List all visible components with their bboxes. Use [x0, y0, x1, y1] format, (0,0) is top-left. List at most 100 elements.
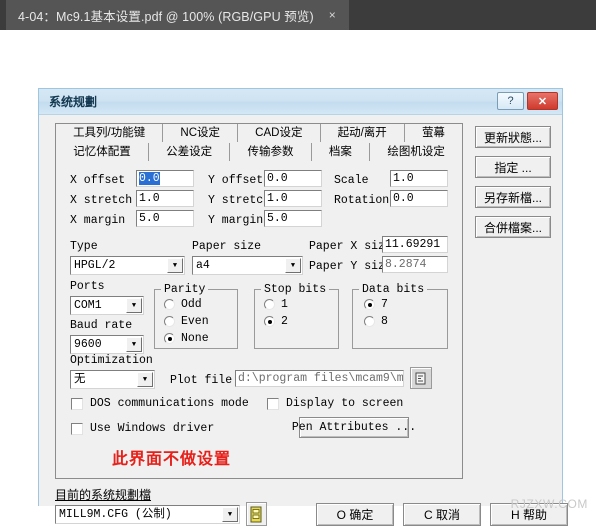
baud-rate-label: Baud rate [70, 319, 133, 332]
y-margin-label: Y margin [208, 214, 264, 227]
tab-nc-settings[interactable]: NC设定 [163, 124, 239, 142]
scale-input[interactable]: 1.0 [390, 170, 448, 187]
stop-bits-option-2[interactable]: 2 [264, 315, 288, 328]
ports-select[interactable]: COM1 ▼ [70, 296, 144, 315]
chevron-down-icon[interactable]: ▼ [137, 372, 153, 387]
x-stretch-label: X stretch [70, 194, 133, 207]
tab-memory-config[interactable]: 记忆体配置 [56, 143, 149, 161]
tab-transfer-params[interactable]: 传输参数 [230, 143, 312, 161]
current-config-select[interactable]: MILL9M.CFG (公制) ▼ [55, 505, 240, 524]
stop-bits-group-title: Stop bits [261, 283, 330, 296]
paper-size-select[interactable]: a4 ▼ [192, 256, 303, 275]
plot-file-label: Plot file [170, 374, 233, 387]
parity-option-none[interactable]: None [164, 332, 209, 345]
cabinet-icon[interactable] [246, 502, 267, 526]
parity-option-odd[interactable]: Odd [164, 298, 202, 311]
tab-plotter-settings[interactable]: 绘图机设定 [370, 143, 463, 161]
annotation-text: 此界面不做设置 [112, 451, 232, 468]
watermark: RJZXW.COM [510, 497, 588, 511]
paper-y-size-input[interactable]: 8.2874 [382, 256, 448, 273]
assign-button[interactable]: 指定 ... [475, 156, 551, 178]
tab-start-exit[interactable]: 起动/离开 [321, 124, 405, 142]
paper-x-size-label: Paper X size [309, 240, 392, 253]
system-config-dialog: 系统规劃 ? ✕ 工具列/功能键 NC设定 CAD设定 起动/离开 萤幕 记忆体… [38, 88, 568, 526]
parity-group: Parity Odd Even None [154, 283, 238, 349]
type-select[interactable]: HPGL/2 ▼ [70, 256, 185, 275]
baud-rate-value: 9600 [74, 338, 102, 351]
y-offset-input[interactable]: 0.0 [264, 170, 322, 187]
parity-group-title: Parity [161, 283, 209, 296]
stop-bits-option-1[interactable]: 1 [264, 298, 288, 311]
chevron-down-icon[interactable]: ▼ [167, 258, 183, 273]
current-config-label: 目前的系统规劃檔 [55, 488, 152, 502]
y-stretch-input[interactable]: 1.0 [264, 190, 322, 207]
tab-cad-settings[interactable]: CAD设定 [238, 124, 321, 142]
optimization-value: 无 [74, 373, 86, 386]
baud-rate-select[interactable]: 9600 ▼ [70, 335, 144, 354]
save-as-new-button[interactable]: 另存新檔... [475, 186, 551, 208]
radio-icon [364, 316, 375, 327]
tab-files[interactable]: 档案 [312, 143, 371, 161]
dialog-titlebar[interactable]: 系统规劃 ? ✕ [39, 89, 562, 115]
document-tab[interactable]: 4-04：Mc9.1基本设置.pdf @ 100% (RGB/GPU 预览) × [6, 0, 349, 30]
paper-x-size-input[interactable]: 11.69291 [382, 236, 448, 253]
use-windows-driver-checkbox[interactable]: Use Windows driver [71, 422, 214, 435]
radio-icon [164, 299, 175, 310]
plot-file-input[interactable]: d:\program files\mcam9\mill\m [235, 370, 404, 387]
display-to-screen-label: Display to screen [286, 397, 404, 410]
checkbox-icon [267, 397, 279, 410]
merge-file-button[interactable]: 合併檔案... [475, 216, 551, 238]
display-to-screen-checkbox[interactable]: Display to screen [267, 397, 403, 410]
x-margin-label: X margin [70, 214, 126, 227]
chevron-down-icon[interactable]: ▼ [126, 298, 142, 313]
radio-icon [264, 316, 275, 327]
x-offset-input[interactable]: 0.0 [136, 170, 194, 187]
y-stretch-label: Y stretch [208, 194, 271, 207]
chevron-down-icon[interactable]: ▼ [222, 507, 238, 522]
optimization-select[interactable]: 无 ▼ [70, 370, 155, 389]
type-label: Type [70, 240, 98, 253]
x-offset-label: X offset [70, 174, 126, 187]
y-offset-label: Y offset [208, 174, 264, 187]
close-icon[interactable]: ✕ [527, 92, 558, 110]
x-stretch-input[interactable]: 1.0 [136, 190, 194, 207]
chevron-down-icon[interactable]: ▼ [285, 258, 301, 273]
dialog-title: 系统规劃 [49, 95, 98, 109]
dos-communications-mode-checkbox[interactable]: DOS communications mode [71, 397, 249, 410]
chevron-down-icon[interactable]: ▼ [126, 337, 142, 352]
radio-icon [164, 316, 175, 327]
rotation-label: Rotation [334, 194, 390, 207]
tab-tolerance[interactable]: 公差设定 [149, 143, 231, 161]
tab-row-2: 记忆体配置 公差设定 传输参数 档案 绘图机设定 [55, 142, 463, 161]
rotation-input[interactable]: 0.0 [390, 190, 448, 207]
help-icon[interactable]: ? [497, 92, 524, 110]
parity-option-even[interactable]: Even [164, 315, 209, 328]
tab-screen[interactable]: 萤幕 [405, 124, 462, 142]
tab-toolbar-fkeys[interactable]: 工具列/功能键 [56, 124, 164, 142]
file-browse-icon[interactable] [410, 367, 432, 389]
ok-button[interactable]: O 确定 [316, 503, 394, 526]
data-bits-group-title: Data bits [359, 283, 428, 296]
x-margin-input[interactable]: 5.0 [136, 210, 194, 227]
paper-size-value: a4 [196, 259, 210, 272]
ports-label: Ports [70, 280, 105, 293]
plotter-settings-panel: X offset 0.0 Y offset 0.0 Scale 1.0 X st… [55, 161, 463, 479]
app-topbar: 4-04：Mc9.1基本设置.pdf @ 100% (RGB/GPU 预览) × [0, 0, 596, 30]
cancel-button[interactable]: C 取消 [403, 503, 481, 526]
ports-value: COM1 [74, 299, 102, 312]
pen-attributes-button[interactable]: Pen Attributes ... [292, 417, 416, 438]
dialog-body: 工具列/功能键 NC设定 CAD设定 起动/离开 萤幕 记忆体配置 公差设定 传… [39, 115, 568, 526]
y-margin-input[interactable]: 5.0 [264, 210, 322, 227]
pdf-canvas: 系统规劃 ? ✕ 工具列/功能键 NC设定 CAD设定 起动/离开 萤幕 记忆体… [0, 30, 596, 526]
paper-size-label: Paper size [192, 240, 262, 253]
paper-y-size-label: Paper Y size [309, 260, 392, 273]
data-bits-group: Data bits 7 8 [352, 283, 448, 349]
dos-communications-mode-label: DOS communications mode [90, 397, 249, 410]
radio-icon [364, 299, 375, 310]
update-status-button[interactable]: 更新狀態... [475, 126, 551, 148]
use-windows-driver-label: Use Windows driver [90, 422, 215, 435]
titlebar-buttons: ? ✕ [497, 92, 558, 110]
data-bits-option-7[interactable]: 7 [364, 298, 388, 311]
close-icon[interactable]: × [326, 8, 339, 22]
data-bits-option-8[interactable]: 8 [364, 315, 388, 328]
